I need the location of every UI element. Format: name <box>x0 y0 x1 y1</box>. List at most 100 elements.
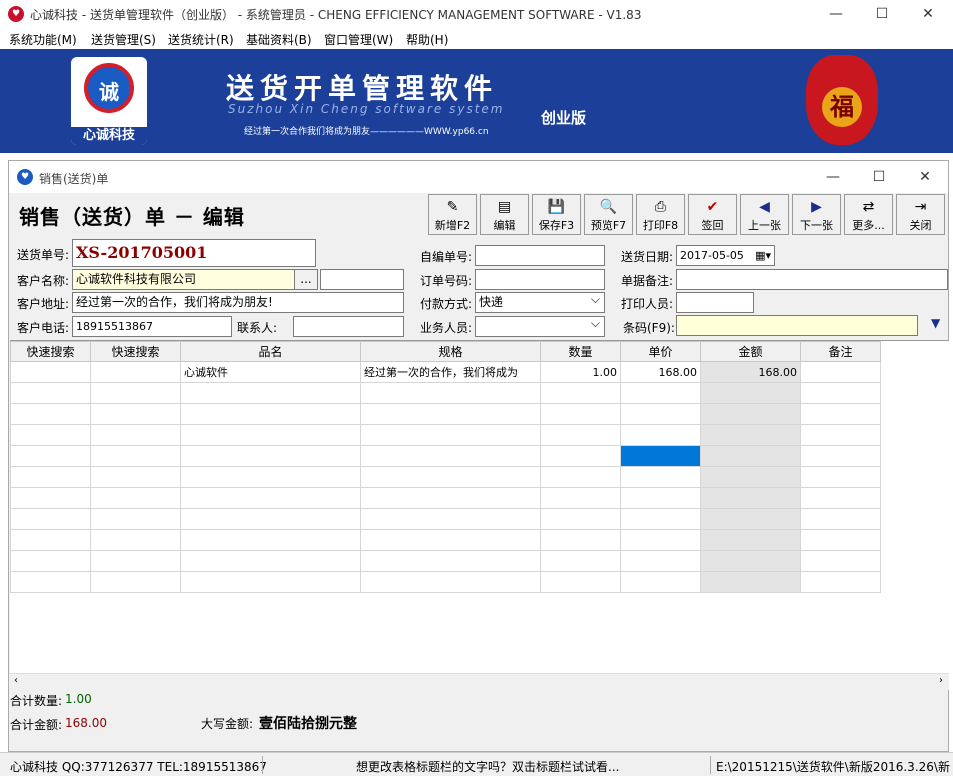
print-icon: ⎙ <box>654 199 667 215</box>
order-code-field[interactable] <box>475 269 605 290</box>
table-row[interactable] <box>10 403 881 425</box>
status-tip: 想更改表格标题栏的文字吗？双击标题栏试试看... <box>356 760 620 774</box>
printer-label: 打印人员: <box>621 297 674 311</box>
menu-help[interactable]: 帮助(H) <box>406 31 448 48</box>
address-field[interactable]: 经过第一次的合作，我们将成为朋友! <box>72 292 404 313</box>
edit-button[interactable]: ▤ 编辑 <box>480 194 529 235</box>
save-button[interactable]: 💾 保存F3 <box>532 194 581 235</box>
child-close-icon[interactable]: ✕ <box>902 163 948 191</box>
minimize-icon[interactable]: — <box>813 0 859 28</box>
table-cell[interactable]: 168.00 <box>700 361 801 383</box>
table-row[interactable] <box>10 487 881 509</box>
new-icon: ✎ <box>446 199 459 215</box>
expand-down-icon[interactable]: ▼ <box>931 316 940 330</box>
phone-label: 客户电话: <box>17 321 70 335</box>
customer-browse-button[interactable]: ... <box>294 269 318 290</box>
col-remark[interactable]: 备注 <box>800 341 881 362</box>
status-path: E:\20151215\送货软件\新版2016.3.26\新 <box>716 760 950 774</box>
self-no-field[interactable] <box>475 245 605 266</box>
col-quantity[interactable]: 数量 <box>540 341 621 362</box>
previous-button[interactable]: ◀ 上一张 <box>740 194 789 235</box>
next-button[interactable]: ▶ 下一张 <box>792 194 841 235</box>
exit-icon: ⇥ <box>914 199 927 215</box>
contact-field[interactable] <box>293 316 404 337</box>
horizontal-scrollbar[interactable]: ‹ › <box>10 673 949 690</box>
banner-edition: 创业版 <box>541 109 587 127</box>
menu-window[interactable]: 窗口管理(W) <box>324 31 393 48</box>
status-bar: 心诚科技 QQ:377126377 TEL:18915513867 想更改表格标… <box>0 752 953 776</box>
grid-header-row: 快速搜索 快速搜索 品名 规格 数量 单价 金额 备注 <box>10 341 881 362</box>
new-button[interactable]: ✎ 新增F2 <box>428 194 477 235</box>
calendar-icon[interactable]: ▦▾ <box>755 246 771 265</box>
table-cell[interactable]: 心诚软件 <box>180 361 361 383</box>
selected-cell[interactable] <box>620 445 701 467</box>
menu-delivery[interactable]: 送货管理(S) <box>91 31 156 48</box>
date-label: 送货日期: <box>621 250 674 264</box>
items-table: 快速搜索 快速搜索 品名 规格 数量 单价 金额 备注 心诚软件 经过第一次的合… <box>10 341 881 593</box>
col-amount[interactable]: 金额 <box>700 341 801 362</box>
upper-amount-label: 大写金额: <box>201 717 254 731</box>
remark-field[interactable] <box>676 269 948 290</box>
items-grid[interactable]: 快速搜索 快速搜索 品名 规格 数量 单价 金额 备注 心诚软件 经过第一次的合… <box>10 340 949 677</box>
table-cell[interactable]: 经过第一次的合作，我们将成为 <box>360 361 541 383</box>
order-no-field[interactable]: XS-201705001 <box>72 239 316 267</box>
table-row[interactable] <box>10 571 881 593</box>
salesman-select[interactable] <box>475 316 605 337</box>
status-contact: 心诚科技 QQ:377126377 TEL:18915513867 <box>10 760 267 774</box>
printer-field[interactable] <box>676 292 754 313</box>
table-row[interactable] <box>10 466 881 488</box>
table-row[interactable]: 心诚软件 经过第一次的合作，我们将成为 1.00 168.00 168.00 <box>10 361 881 383</box>
table-row[interactable] <box>10 382 881 404</box>
table-row[interactable] <box>10 424 881 446</box>
company-logo: 诚 心诚科技 <box>71 57 147 145</box>
close-button[interactable]: ⇥ 关闭 <box>896 194 945 235</box>
print-button[interactable]: ⎙ 打印F8 <box>636 194 685 235</box>
banner-title: 送货开单管理软件 <box>226 72 499 105</box>
arrow-left-icon: ◀ <box>759 199 770 215</box>
banner: 诚 心诚科技 送货开单管理软件 Suzhou Xin Cheng softwar… <box>0 49 953 153</box>
form-heading: 销售（送货）单 － 编辑 <box>19 205 245 229</box>
col-unit-price[interactable]: 单价 <box>620 341 701 362</box>
table-cell[interactable] <box>90 361 181 383</box>
table-row[interactable] <box>10 550 881 572</box>
order-code-label: 订单号码: <box>420 274 473 288</box>
edit-icon: ▤ <box>497 199 512 215</box>
table-cell[interactable]: 1.00 <box>540 361 621 383</box>
table-row[interactable] <box>10 445 881 467</box>
col-spec[interactable]: 规格 <box>360 341 541 362</box>
app-heart-icon: ♥ <box>8 6 24 22</box>
more-button[interactable]: ⇄ 更多... <box>844 194 893 235</box>
date-field[interactable]: 2017-05-05 ▦▾ <box>676 245 775 266</box>
sales-order-window: ♥ 销售(送货)单 — ☐ ✕ 销售（送货）单 － 编辑 ✎ 新增F2 ▤ 编辑 💾… <box>8 160 949 752</box>
preview-button[interactable]: 🔍 预览F7 <box>584 194 633 235</box>
payment-select[interactable]: 快递 <box>475 292 605 313</box>
table-row[interactable] <box>10 529 881 551</box>
child-maximize-icon[interactable]: ☐ <box>856 163 902 191</box>
menu-basic-data[interactable]: 基础资料(B) <box>246 31 312 48</box>
table-cell[interactable] <box>10 361 91 383</box>
table-row[interactable] <box>10 508 881 530</box>
save-icon: 💾 <box>547 199 566 215</box>
child-window-title: 销售(送货)单 <box>39 172 109 186</box>
sign-back-button[interactable]: ✔ 签回 <box>688 194 737 235</box>
maximize-icon[interactable]: ☐ <box>859 0 905 28</box>
table-cell[interactable]: 168.00 <box>620 361 701 383</box>
arrow-right-icon: ▶ <box>811 199 822 215</box>
order-no-label: 送货单号: <box>17 248 70 262</box>
date-value: 2017-05-05 <box>680 249 744 262</box>
table-cell[interactable] <box>800 361 881 383</box>
close-icon[interactable]: ✕ <box>905 0 951 28</box>
col-product-name[interactable]: 品名 <box>180 341 361 362</box>
customer-field[interactable]: 心诚软件科技有限公司 <box>72 269 318 290</box>
menu-system[interactable]: 系统功能(M) <box>9 31 77 48</box>
phone-field[interactable]: 18915513867 <box>72 316 232 337</box>
barcode-field[interactable] <box>676 315 918 336</box>
menu-statistics[interactable]: 送货统计(R) <box>168 31 234 48</box>
scroll-right-icon[interactable]: › <box>939 675 943 686</box>
customer-extra-field[interactable] <box>320 269 404 290</box>
col-quick-search-1[interactable]: 快速搜索 <box>10 341 91 362</box>
scroll-left-icon[interactable]: ‹ <box>14 675 18 686</box>
child-minimize-icon[interactable]: — <box>810 163 856 191</box>
more-icon: ⇄ <box>862 199 875 215</box>
col-quick-search-2[interactable]: 快速搜索 <box>90 341 181 362</box>
